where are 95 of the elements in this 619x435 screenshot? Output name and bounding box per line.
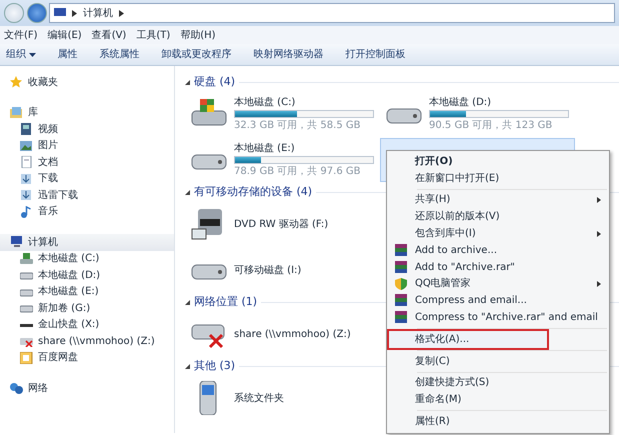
toolbar-button[interactable]: 属性 — [58, 47, 78, 62]
menu-item[interactable]: 属性(R) — [389, 413, 607, 430]
free-space-text: 32.3 GB 可用，共 58.5 GB — [234, 118, 362, 133]
free-space-text: 78.9 GB 可用，共 97.6 GB — [234, 164, 362, 179]
drive-name: 本地磁盘 (D:) — [429, 96, 492, 110]
group-header[interactable]: 有可移动存储的设备 (4) — [194, 184, 312, 200]
toolbar-button[interactable]: 卸载或更改程序 — [162, 47, 232, 62]
menu-item[interactable]: 文件(F) — [4, 28, 38, 42]
library-icon — [10, 106, 23, 119]
sidebar-item[interactable]: 收藏夹 — [0, 74, 174, 90]
sidebar-item[interactable]: 本地磁盘 (C:) — [0, 250, 174, 267]
sidebar-item[interactable]: 网络 — [0, 380, 174, 396]
group-header[interactable]: 网络位置 (1) — [194, 294, 258, 310]
sidebar-item[interactable]: 迅雷下载 — [0, 187, 174, 204]
download-icon — [20, 172, 33, 185]
sidebar-item[interactable]: 图片 — [0, 138, 174, 154]
sidebar-item[interactable]: 音乐 — [0, 204, 174, 220]
drive-tile[interactable]: 可移动磁盘 (I:) — [185, 248, 380, 292]
sidebar-item[interactable]: 视频 — [0, 121, 174, 138]
sidebar-item[interactable]: 金山快盘 (X:) — [0, 316, 174, 333]
toolbar-button[interactable]: 打开控制面板 — [346, 47, 406, 62]
chevron-icon — [72, 10, 77, 16]
sidebar-item[interactable]: 文档 — [0, 154, 174, 170]
picture-icon — [20, 140, 33, 152]
menu-item[interactable]: 复制(C) — [389, 352, 607, 370]
menu-item[interactable]: 编辑(E) — [48, 28, 82, 42]
submenu-arrow-icon — [597, 280, 601, 287]
free-space-text: 90.5 GB 可用，共 123 GB — [429, 118, 554, 133]
drive-tile[interactable]: 本地磁盘 (D:) 90.5 GB 可用，共 123 GB — [380, 92, 575, 136]
menu-item[interactable]: 共享(H) — [389, 192, 607, 208]
menu-item[interactable]: Add to archive... — [389, 242, 607, 259]
toolbar-button[interactable]: 映射网络驱动器 — [254, 47, 324, 62]
sidebar-item[interactable]: 本地磁盘 (E:) — [0, 284, 174, 300]
network-icon — [10, 382, 23, 394]
menu-item[interactable]: 帮助(H) — [180, 28, 216, 42]
film-icon — [20, 123, 33, 136]
document-icon — [20, 156, 33, 168]
drive-tile[interactable]: share (\\vmmohoo) (Z:) — [185, 312, 380, 356]
submenu-arrow-icon — [597, 230, 601, 237]
computer-icon — [10, 236, 23, 248]
drive-name: 系统文件夹 — [234, 392, 284, 406]
sidebar-item[interactable]: 下载 — [0, 170, 174, 187]
disconnected-drive-icon — [20, 335, 33, 348]
menu-item[interactable]: 工具(T) — [136, 28, 170, 42]
music-note-icon — [20, 206, 33, 218]
collapse-icon — [185, 364, 190, 368]
books-icon — [395, 260, 407, 273]
drive-tile[interactable]: 本地磁盘 (E:) 78.9 GB 可用，共 97.6 GB — [185, 138, 380, 182]
menu-item[interactable]: 创建快捷方式(S) — [389, 374, 607, 392]
drive-name: 本地磁盘 (C:) — [234, 96, 296, 110]
caret-icon — [28, 52, 36, 56]
menu-item[interactable]: Compress and email... — [389, 292, 607, 310]
menu-item[interactable]: 打开(O) — [389, 153, 607, 170]
chevron-icon — [119, 10, 124, 16]
menu-item[interactable]: 查看(V) — [92, 28, 126, 42]
toolbar-button[interactable]: 系统属性 — [100, 47, 140, 62]
computer-icon — [54, 8, 66, 18]
download-icon — [20, 189, 33, 202]
sidebar-item[interactable]: 计算机 — [0, 234, 174, 250]
sidebar-item[interactable]: 库 — [0, 104, 174, 121]
books-icon — [395, 311, 407, 324]
sidebar-item[interactable]: 本地磁盘 (D:) — [0, 267, 174, 284]
toolbar-button[interactable]: 组织 — [6, 47, 36, 62]
collapse-icon — [185, 300, 190, 304]
sidebar-item[interactable]: 新加卷 (G:) — [0, 300, 174, 316]
drive-name: 本地磁盘 (E:) — [234, 142, 296, 156]
back-button[interactable] — [4, 3, 24, 23]
drive-name: DVD RW 驱动器 (F:) — [234, 218, 328, 232]
collapse-icon — [185, 80, 190, 84]
submenu-arrow-icon — [597, 196, 601, 203]
menu-item[interactable]: QQ电脑管家 — [389, 276, 607, 292]
menu-item[interactable]: 在新窗口中打开(E) — [389, 170, 607, 187]
menu-item[interactable]: Add to "Archive.rar" — [389, 258, 607, 276]
drive-tile[interactable]: 系统文件夹 — [185, 376, 380, 420]
address-field[interactable]: 计算机 — [49, 3, 615, 23]
drive-tile[interactable]: DVD RW 驱动器 (F:) — [185, 202, 380, 246]
menu-item[interactable]: 重命名(M) — [389, 391, 607, 408]
sidebar-item[interactable]: 百度网盘 — [0, 350, 174, 366]
drive-tile[interactable]: 本地磁盘 (C:) 32.3 GB 可用，共 58.5 GB — [185, 92, 380, 136]
sidebar-item[interactable]: share (\\vmmohoo) (Z:) — [0, 333, 174, 350]
forward-button[interactable] — [26, 3, 46, 23]
books-icon — [395, 244, 407, 256]
drive-name: share (\\vmmohoo) (Z:) — [234, 328, 351, 342]
drive-name: 可移动磁盘 (I:) — [234, 264, 302, 278]
menu-item[interactable]: 格式化(A)... — [389, 330, 547, 348]
collapse-icon — [185, 190, 190, 194]
breadcrumb-item[interactable]: 计算机 — [83, 6, 113, 20]
shield-icon — [395, 278, 407, 290]
group-header[interactable]: 硬盘 (4) — [194, 74, 236, 90]
group-header[interactable]: 其他 (3) — [194, 358, 236, 374]
star-icon — [10, 76, 23, 88]
books-icon — [395, 294, 407, 306]
menu-item[interactable]: Compress to "Archive.rar" and email — [389, 309, 607, 326]
menu-item[interactable]: 还原以前的版本(V) — [389, 208, 607, 226]
menu-item[interactable]: 包含到库中(I) — [389, 225, 607, 242]
